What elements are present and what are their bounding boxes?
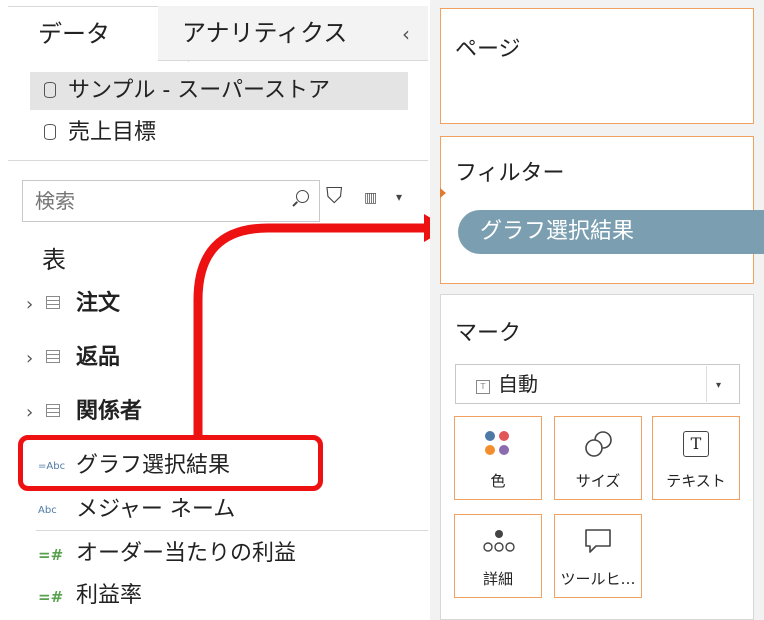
marks-button-label: 詳細 [482, 570, 513, 588]
mark-type-select[interactable]: T 自動 [455, 364, 740, 404]
auto-mark-icon: T [476, 380, 490, 394]
tooltip-icon [585, 529, 611, 553]
marks-tooltip-button[interactable]: ツールヒ… [554, 514, 642, 598]
chevron-down-icon[interactable]: ▾ [716, 380, 721, 391]
mark-type-label: 自動 [498, 372, 538, 396]
pages-title: ページ [455, 37, 521, 62]
divider [706, 366, 707, 402]
marks-title: マーク [455, 321, 522, 346]
drop-indicator-icon [440, 188, 446, 198]
marks-button-label: テキスト [666, 472, 726, 490]
marks-color-button[interactable]: 色 [454, 416, 542, 500]
size-icon [585, 431, 612, 457]
marks-button-label: 色 [490, 472, 506, 490]
text-icon: T [683, 431, 709, 457]
pages-shelf[interactable]: ページ [440, 8, 754, 124]
marks-size-button[interactable]: サイズ [554, 416, 642, 500]
marks-detail-button[interactable]: 詳細 [454, 514, 542, 598]
detail-icon [483, 530, 515, 552]
marks-button-label: サイズ [575, 472, 621, 490]
color-icon [485, 431, 515, 461]
filter-pill-graph-selection[interactable]: グラフ選択結果 [458, 210, 764, 254]
filters-title: フィルター [455, 161, 565, 186]
marks-text-button[interactable]: T テキスト [652, 416, 740, 500]
marks-button-label: ツールヒ… [560, 570, 636, 588]
